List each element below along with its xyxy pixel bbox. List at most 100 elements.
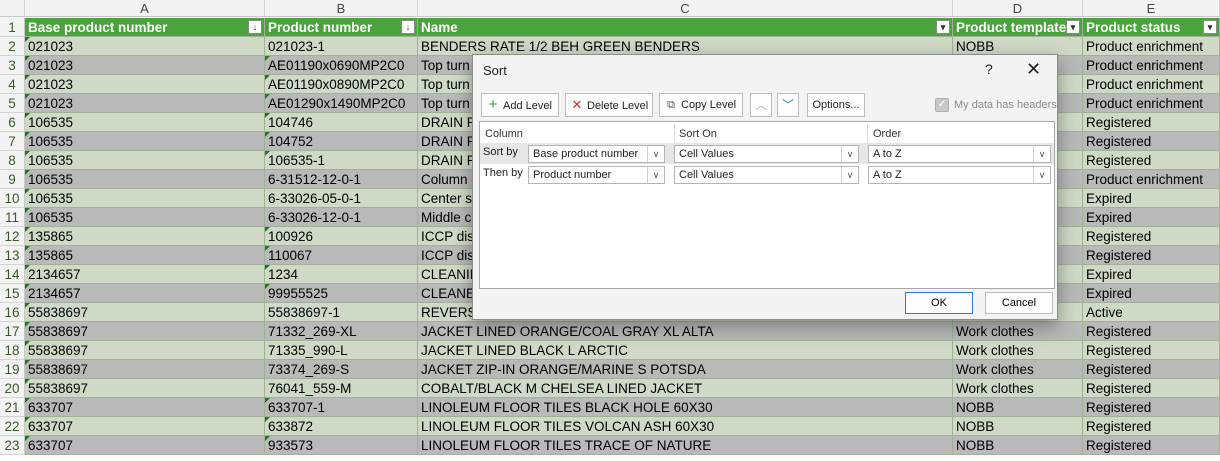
header-cell-base-product-number[interactable]: Base product number ↓	[25, 18, 265, 37]
cell-base-product-number[interactable]: 021023	[25, 75, 265, 94]
cell-name[interactable]: LINOLEUM FLOOR TILES BLACK HOLE 60X30	[418, 398, 953, 417]
row-number[interactable]: 2	[0, 37, 25, 56]
row-number[interactable]: 10	[0, 189, 25, 208]
sort-filter-icon[interactable]: ↓	[248, 20, 262, 34]
cell-product-status[interactable]: Expired	[1083, 284, 1220, 303]
row-number[interactable]: 6	[0, 113, 25, 132]
cell-base-product-number[interactable]: 55838697	[25, 360, 265, 379]
cell-name[interactable]: LINOLEUM FLOOR TILES VOLCAN ASH 60X30	[418, 417, 953, 436]
column-header-b[interactable]: B	[265, 0, 418, 17]
sort-on-select[interactable]: Cell Values ∨	[674, 145, 859, 163]
cell-product-status[interactable]: Registered	[1083, 132, 1220, 151]
filter-dropdown-icon[interactable]: ▾	[1203, 20, 1217, 34]
delete-level-button[interactable]: ✕ Delete Level	[565, 93, 653, 117]
cell-base-product-number[interactable]: 106535	[25, 189, 265, 208]
cell-product-template[interactable]: Work clothes	[953, 379, 1083, 398]
cell-product-template[interactable]: Work clothes	[953, 322, 1083, 341]
cell-product-template[interactable]: NOBB	[953, 436, 1083, 455]
cell-product-number[interactable]: 76041_559-M	[265, 379, 418, 398]
row-number[interactable]: 22	[0, 417, 25, 436]
cell-base-product-number[interactable]: 2134657	[25, 284, 265, 303]
row-number[interactable]: 21	[0, 398, 25, 417]
cell-product-number[interactable]: AE01190x0690MP2C0	[265, 56, 418, 75]
cell-product-status[interactable]: Product enrichment	[1083, 75, 1220, 94]
cell-product-number[interactable]: 6-33026-05-0-1	[265, 189, 418, 208]
cell-product-status[interactable]: Product enrichment	[1083, 94, 1220, 113]
cell-product-status[interactable]: Expired	[1083, 189, 1220, 208]
cell-product-number[interactable]: 633872	[265, 417, 418, 436]
cell-base-product-number[interactable]: 55838697	[25, 303, 265, 322]
cell-product-status[interactable]: Product enrichment	[1083, 37, 1220, 56]
cell-product-status[interactable]: Registered	[1083, 379, 1220, 398]
cell-product-number[interactable]: 1234	[265, 265, 418, 284]
cell-product-number[interactable]: 110067	[265, 246, 418, 265]
cell-product-status[interactable]: Registered	[1083, 227, 1220, 246]
cell-base-product-number[interactable]: 633707	[25, 398, 265, 417]
then-by-column-select[interactable]: Product number ∨	[528, 166, 665, 184]
sort-by-column-select[interactable]: Base product number ∨	[528, 145, 665, 163]
cell-product-template[interactable]: NOBB	[953, 398, 1083, 417]
cell-base-product-number[interactable]: 135865	[25, 227, 265, 246]
cell-base-product-number[interactable]: 2134657	[25, 265, 265, 284]
row-number[interactable]: 1	[0, 18, 25, 37]
row-number[interactable]: 15	[0, 284, 25, 303]
cell-product-number[interactable]: 633707-1	[265, 398, 418, 417]
cell-product-status[interactable]: Registered	[1083, 246, 1220, 265]
cell-base-product-number[interactable]: 106535	[25, 170, 265, 189]
row-number[interactable]: 17	[0, 322, 25, 341]
cell-product-status[interactable]: Registered	[1083, 322, 1220, 341]
cancel-button[interactable]: Cancel	[985, 292, 1053, 314]
row-number[interactable]: 13	[0, 246, 25, 265]
cell-base-product-number[interactable]: 135865	[25, 246, 265, 265]
cell-product-status[interactable]: Expired	[1083, 208, 1220, 227]
column-header-d[interactable]: D	[953, 0, 1083, 17]
copy-level-button[interactable]: ⧉ Copy Level	[659, 93, 743, 117]
sort-level-row[interactable]: Sort by Base product number ∨ Cell Value…	[480, 143, 1054, 164]
sort-filter-icon[interactable]: ↓	[401, 20, 415, 34]
cell-product-number[interactable]: 55838697-1	[265, 303, 418, 322]
cell-product-status[interactable]: Registered	[1083, 113, 1220, 132]
cell-product-status[interactable]: Registered	[1083, 398, 1220, 417]
header-cell-product-template[interactable]: Product template ▾	[953, 18, 1083, 37]
cell-base-product-number[interactable]: 55838697	[25, 379, 265, 398]
cell-product-template[interactable]: NOBB	[953, 417, 1083, 436]
row-number[interactable]: 12	[0, 227, 25, 246]
close-icon[interactable]: ✕	[1026, 59, 1041, 80]
sort-on-select[interactable]: Cell Values ∨	[674, 166, 859, 184]
cell-base-product-number[interactable]: 021023	[25, 56, 265, 75]
cell-product-status[interactable]: Registered	[1083, 417, 1220, 436]
cell-product-number[interactable]: 104746	[265, 113, 418, 132]
cell-product-template[interactable]: Work clothes	[953, 360, 1083, 379]
cell-base-product-number[interactable]: 106535	[25, 113, 265, 132]
cell-base-product-number[interactable]: 021023	[25, 37, 265, 56]
row-number[interactable]: 23	[0, 436, 25, 455]
cell-name[interactable]: JACKET LINED BLACK L ARCTIC	[418, 341, 953, 360]
cell-product-number[interactable]: 6-31512-12-0-1	[265, 170, 418, 189]
cell-product-status[interactable]: Product enrichment	[1083, 170, 1220, 189]
cell-base-product-number[interactable]: 55838697	[25, 341, 265, 360]
header-cell-product-status[interactable]: Product status ▾	[1083, 18, 1220, 37]
cell-name[interactable]: JACKET LINED ORANGE/COAL GRAY XL ALTA	[418, 322, 953, 341]
cell-product-number[interactable]: 71332_269-XL	[265, 322, 418, 341]
cell-base-product-number[interactable]: 633707	[25, 436, 265, 455]
add-level-button[interactable]: + Add Level	[481, 93, 559, 117]
row-number[interactable]: 16	[0, 303, 25, 322]
cell-product-number[interactable]: AE01190x0890MP2C0	[265, 75, 418, 94]
cell-product-status[interactable]: Registered	[1083, 151, 1220, 170]
cell-base-product-number[interactable]: 633707	[25, 417, 265, 436]
cell-product-number[interactable]: 99955525	[265, 284, 418, 303]
cell-product-number[interactable]: 021023-1	[265, 37, 418, 56]
cell-base-product-number[interactable]: 106535	[25, 132, 265, 151]
row-number[interactable]: 20	[0, 379, 25, 398]
cell-product-number[interactable]: 71335_990-L	[265, 341, 418, 360]
cell-product-status[interactable]: Active	[1083, 303, 1220, 322]
header-cell-product-number[interactable]: Product number ↓	[265, 18, 418, 37]
cell-base-product-number[interactable]: 021023	[25, 94, 265, 113]
cell-product-number[interactable]: 6-33026-12-0-1	[265, 208, 418, 227]
row-number[interactable]: 19	[0, 360, 25, 379]
order-select[interactable]: A to Z ∨	[868, 145, 1051, 163]
ok-button[interactable]: OK	[905, 292, 973, 314]
move-down-button[interactable]: ﹀	[777, 93, 799, 117]
row-number[interactable]: 8	[0, 151, 25, 170]
cell-product-number[interactable]: 104752	[265, 132, 418, 151]
